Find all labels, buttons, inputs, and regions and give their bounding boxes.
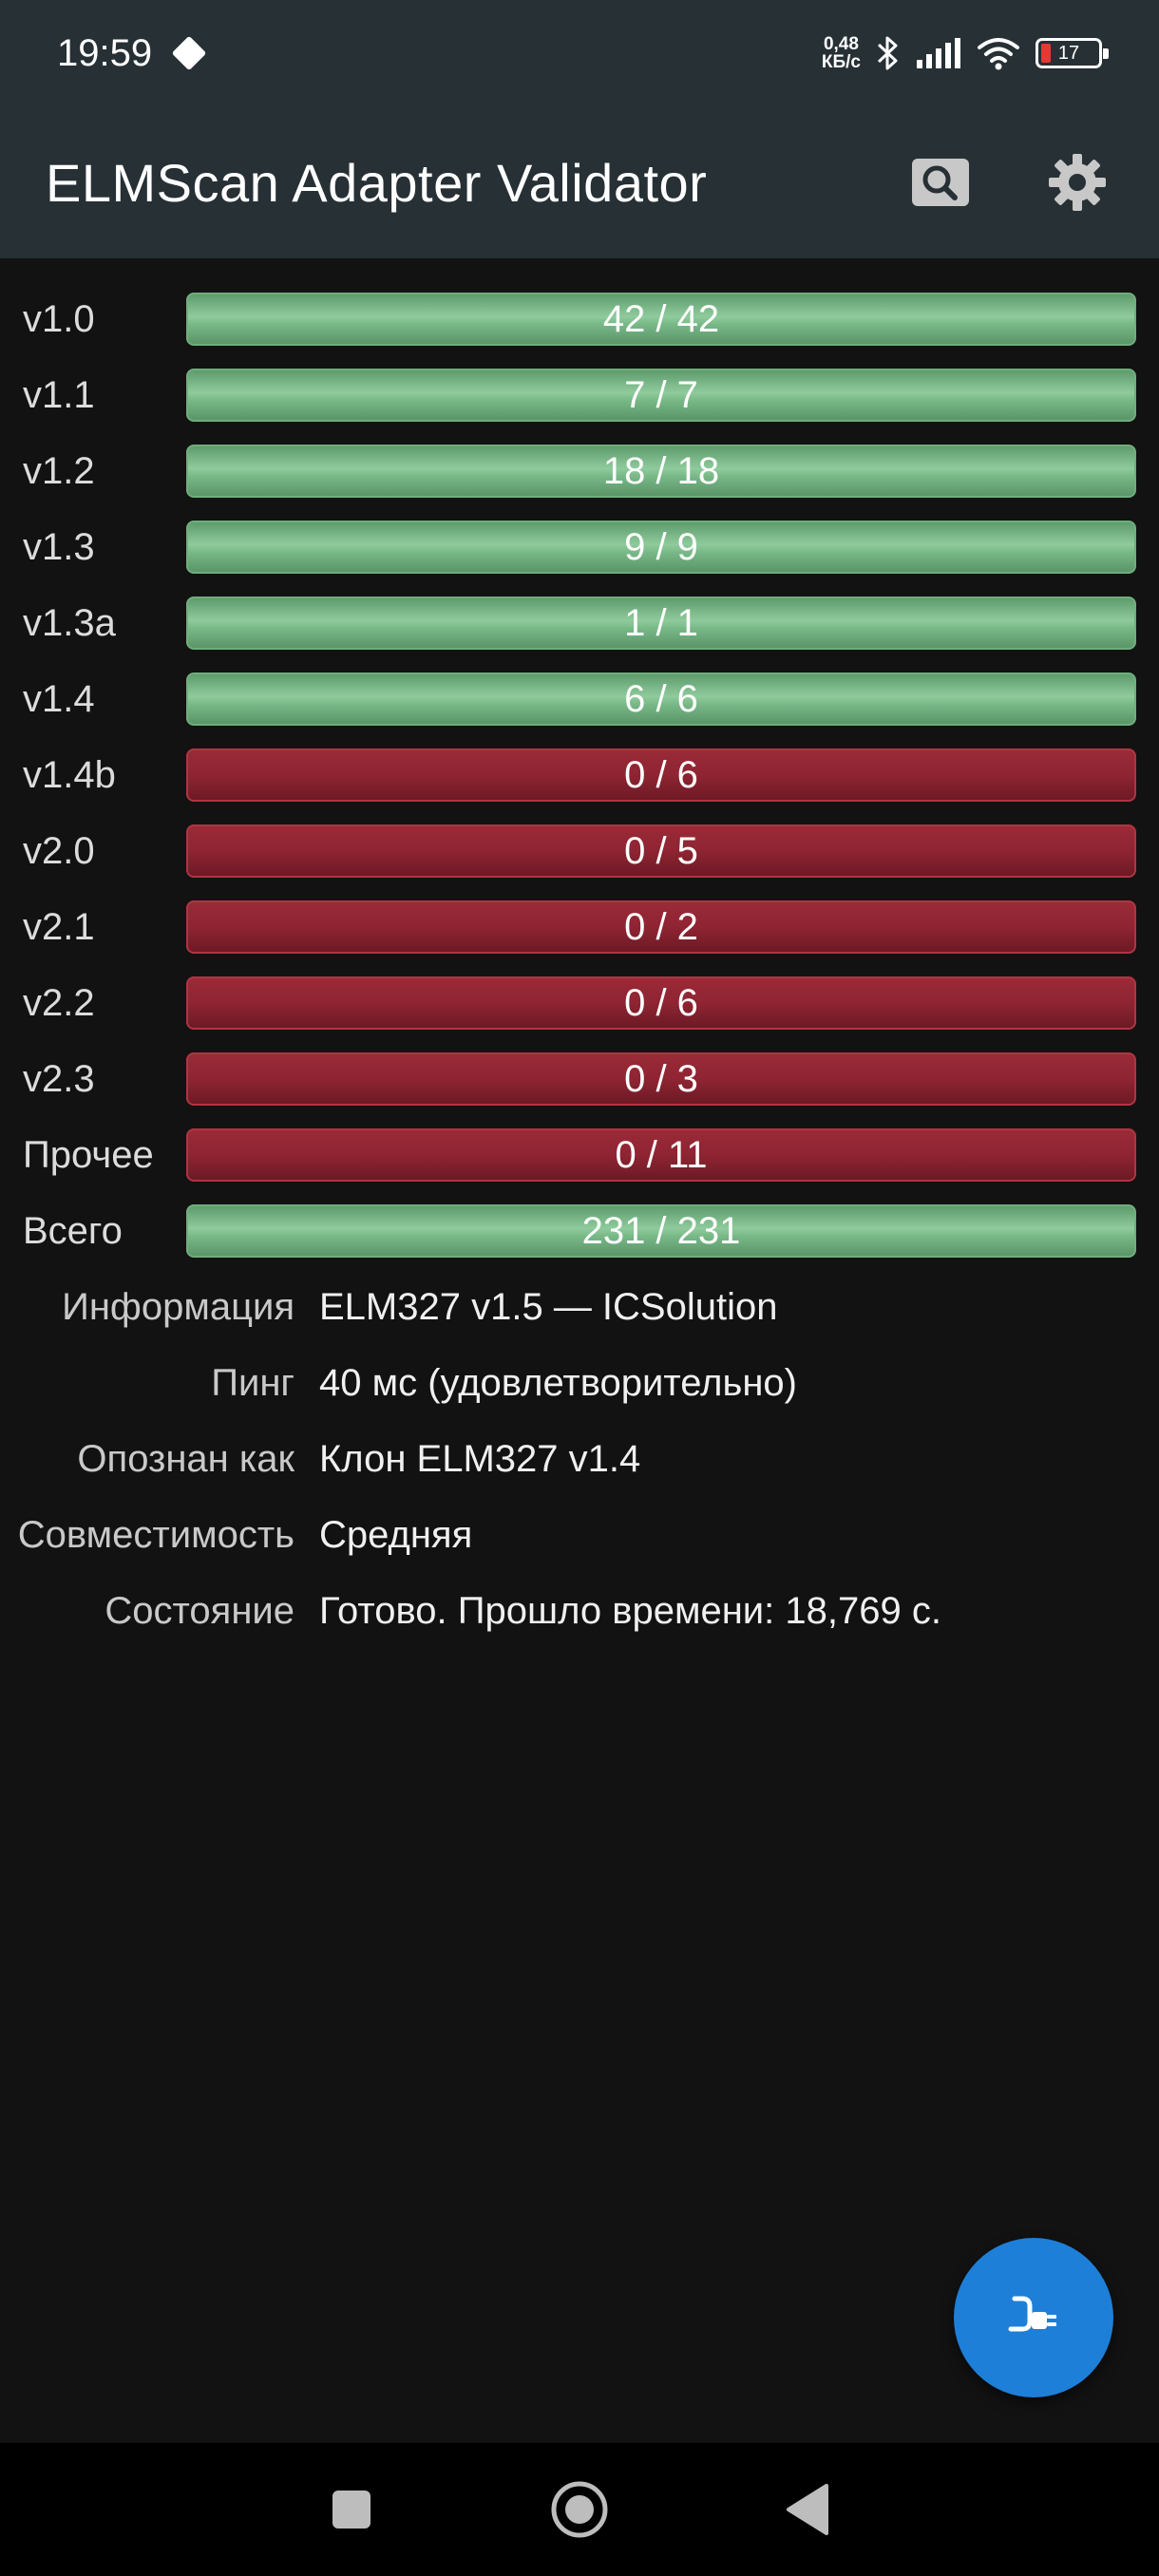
result-row: v1.0 42 / 42 (0, 281, 1159, 357)
info-row: Пинг 40 мс (удовлетворительно) (0, 1345, 1159, 1421)
home-button[interactable] (542, 2472, 618, 2548)
search-button[interactable] (904, 146, 977, 218)
result-row: v1.1 7 / 7 (0, 357, 1159, 433)
info-value: 40 мс (удовлетворительно) (319, 1361, 797, 1404)
result-row: v2.3 0 / 3 (0, 1041, 1159, 1117)
info-label: Совместимость (17, 1513, 294, 1556)
result-bar-fail: 0 / 11 (186, 1128, 1136, 1182)
bluetooth-icon (876, 34, 901, 72)
info-label: Информация (62, 1285, 294, 1328)
square-recents-icon (332, 2491, 370, 2529)
info-row: Опознан как Клон ELM327 v1.4 (0, 1421, 1159, 1497)
info-row: Состояние Готово. Прошло времени: 18,769 … (0, 1573, 1159, 1649)
connect-fab-button[interactable] (954, 2238, 1113, 2397)
battery-level: 17 (1057, 42, 1080, 64)
result-row: v1.3 9 / 9 (0, 509, 1159, 585)
info-list: Информация ELM327 v1.5 — ICSolution Пинг 40… (0, 1269, 1159, 1649)
info-value: Средняя (319, 1513, 473, 1556)
result-bar-pass: 6 / 6 (186, 672, 1136, 726)
status-icons: 0,48 КБ/с 17 (822, 34, 1109, 72)
result-row: v1.4 6 / 6 (0, 661, 1159, 737)
settings-button[interactable] (1041, 146, 1113, 218)
network-speed-unit: КБ/с (821, 52, 861, 72)
result-bar-pass: 42 / 42 (186, 293, 1136, 346)
result-bar-pass: 18 / 18 (186, 445, 1136, 498)
result-bar-pass: 7 / 7 (186, 369, 1136, 422)
network-speed-value: 0,48 (823, 34, 859, 54)
circle-home-icon (551, 2481, 608, 2538)
result-bar-pass: 231 / 231 (186, 1204, 1136, 1258)
result-row: v2.0 0 / 5 (0, 813, 1159, 889)
result-label: v1.4 (23, 677, 95, 720)
result-bar-fail: 0 / 2 (186, 900, 1136, 954)
result-label: v2.2 (23, 981, 95, 1024)
content: v1.0 42 / 42 v1.1 7 / 7 v1.2 18 / 18 v1.3 9 / 9… (0, 258, 1159, 1649)
result-row: v2.1 0 / 2 (0, 889, 1159, 965)
result-label: Всего (23, 1209, 123, 1252)
result-row: v1.2 18 / 18 (0, 433, 1159, 509)
battery-level-fill (1041, 44, 1051, 63)
recents-button[interactable] (314, 2472, 390, 2548)
result-label: v2.0 (23, 829, 95, 872)
screen: 19:59 0,48 КБ/с 17 ELMScan Adapter Valid… (0, 0, 1159, 2576)
search-icon (912, 159, 969, 206)
result-row: Всего 231 / 231 (0, 1193, 1159, 1269)
result-bar-fail: 0 / 3 (186, 1052, 1136, 1106)
result-label: Прочее (23, 1133, 154, 1176)
result-label: v2.3 (23, 1057, 95, 1100)
network-speed: 0,48 КБ/с (822, 35, 861, 71)
result-bar-fail: 0 / 5 (186, 824, 1136, 878)
result-label: v1.0 (23, 297, 95, 340)
results-list: v1.0 42 / 42 v1.1 7 / 7 v1.2 18 / 18 v1.3 9 / 9… (0, 258, 1159, 1269)
result-label: v2.1 (23, 905, 95, 948)
result-bar-pass: 1 / 1 (186, 597, 1136, 650)
info-value: Клон ELM327 v1.4 (319, 1437, 641, 1480)
gear-icon (1049, 154, 1106, 211)
result-bar-fail: 0 / 6 (186, 748, 1136, 802)
info-label: Пинг (211, 1361, 294, 1404)
battery-tip (1103, 48, 1109, 59)
result-label: v1.4b (23, 753, 116, 796)
info-label: Состояние (104, 1589, 294, 1632)
system-navigation-bar (0, 2443, 1159, 2576)
info-value: ELM327 v1.5 — ICSolution (319, 1285, 778, 1328)
result-bar-fail: 0 / 6 (186, 976, 1136, 1030)
back-button[interactable] (770, 2472, 846, 2548)
result-row: Прочее 0 / 11 (0, 1117, 1159, 1193)
result-bar-pass: 9 / 9 (186, 521, 1136, 574)
info-row: Информация ELM327 v1.5 — ICSolution (0, 1269, 1159, 1345)
result-label: v1.1 (23, 373, 95, 416)
result-row: v1.3a 1 / 1 (0, 585, 1159, 661)
app-actions (904, 146, 1113, 218)
result-label: v1.3 (23, 525, 95, 568)
result-label: v1.3a (23, 601, 116, 644)
diamond-notification-icon (171, 35, 207, 71)
app-bar: ELMScan Adapter Validator (0, 106, 1159, 258)
wifi-icon (977, 36, 1020, 70)
result-row: v2.2 0 / 6 (0, 965, 1159, 1041)
battery-icon: 17 (1036, 38, 1109, 68)
info-label: Опознан как (77, 1437, 294, 1480)
result-row: v1.4b 0 / 6 (0, 737, 1159, 813)
cellular-signal-icon (916, 37, 961, 69)
app-title: ELMScan Adapter Validator (46, 152, 708, 213)
result-label: v1.2 (23, 449, 95, 492)
status-time: 19:59 (57, 31, 153, 74)
info-value: Готово. Прошло времени: 18,769 с. (319, 1589, 941, 1632)
status-bar: 19:59 0,48 КБ/с 17 (0, 0, 1159, 106)
plug-connect-icon (1008, 2296, 1056, 2332)
info-row: Совместимость Средняя (0, 1497, 1159, 1573)
triangle-back-icon (787, 2484, 828, 2535)
